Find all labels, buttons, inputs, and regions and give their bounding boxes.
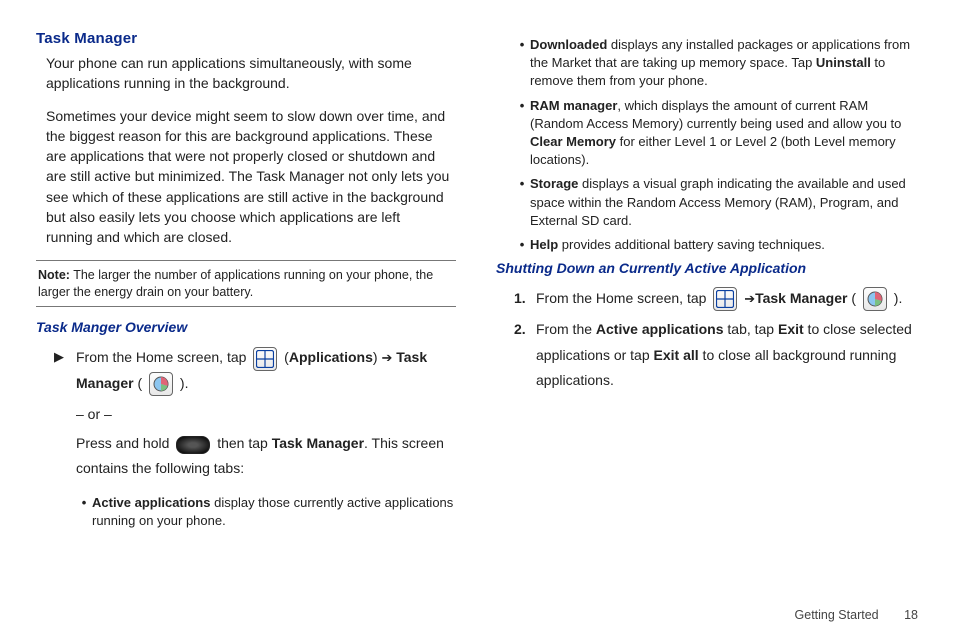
footer-page-number: 18 bbox=[904, 608, 918, 622]
step-lead-text: From the Home screen, tap bbox=[76, 349, 250, 365]
downloaded-label: Downloaded bbox=[530, 37, 607, 52]
left-column: Task Manager Your phone can run applicat… bbox=[36, 30, 456, 536]
then-tap-text: then tap bbox=[217, 435, 272, 451]
press-hold-text: Press and hold then tap Task Manager. Th… bbox=[76, 431, 456, 481]
task-manager-pie-icon bbox=[863, 287, 887, 311]
step2-exit-all: Exit all bbox=[654, 347, 699, 363]
step-number-2: 2. bbox=[514, 317, 536, 342]
bullet-help: • Help provides additional battery savin… bbox=[514, 236, 916, 254]
note-body: The larger the number of applications ru… bbox=[38, 268, 433, 299]
bullet-dot-icon: • bbox=[76, 494, 92, 512]
bullet-dot-icon: • bbox=[514, 236, 530, 254]
home-button-icon bbox=[176, 436, 210, 454]
press-hold-lead: Press and hold bbox=[76, 435, 173, 451]
page-body: Task Manager Your phone can run applicat… bbox=[0, 0, 954, 536]
arrow-icon: ➔ bbox=[381, 350, 392, 365]
heading-overview: Task Manger Overview bbox=[36, 319, 456, 335]
bullet-dot-icon: • bbox=[514, 97, 530, 115]
bullet-active-applications: • Active applications display those curr… bbox=[76, 494, 456, 530]
bullet-dot-icon: • bbox=[514, 175, 530, 193]
applications-grid-icon bbox=[713, 287, 737, 311]
step2-active-apps: Active applications bbox=[596, 321, 724, 337]
bullet-dot-icon: • bbox=[514, 36, 530, 54]
overview-step: ▶ From the Home screen, tap (Application… bbox=[54, 345, 456, 396]
applications-label: Applications bbox=[289, 349, 373, 365]
right-column: • Downloaded displays any installed pack… bbox=[496, 30, 916, 536]
help-desc: provides additional battery saving techn… bbox=[558, 237, 825, 252]
bullet-ram-manager: • RAM manager, which displays the amount… bbox=[514, 97, 916, 170]
arrow-icon: ➔ bbox=[744, 291, 755, 306]
triangle-bullet-icon: ▶ bbox=[54, 345, 76, 368]
step2-text-a: From the bbox=[536, 321, 596, 337]
ram-manager-label: RAM manager bbox=[530, 98, 617, 113]
heading-shutting-down: Shutting Down an Currently Active Applic… bbox=[496, 260, 916, 276]
help-label: Help bbox=[530, 237, 558, 252]
step2-exit: Exit bbox=[778, 321, 804, 337]
note-label: Note: bbox=[38, 268, 70, 282]
step-1: 1. From the Home screen, tap ➔Task Manag… bbox=[514, 286, 916, 311]
page-footer: Getting Started 18 bbox=[795, 608, 918, 622]
uninstall-label: Uninstall bbox=[816, 55, 871, 70]
storage-label: Storage bbox=[530, 176, 578, 191]
applications-grid-icon bbox=[253, 347, 277, 371]
bullet-downloaded: • Downloaded displays any installed pack… bbox=[514, 36, 916, 91]
intro-para-2: Sometimes your device might seem to slow… bbox=[46, 106, 450, 248]
or-text: – or – bbox=[76, 402, 456, 427]
task-manager-pie-icon bbox=[149, 372, 173, 396]
step1-tm-label: Task Manager bbox=[755, 290, 847, 306]
clear-memory-label: Clear Memory bbox=[530, 134, 616, 149]
overview-step-body: From the Home screen, tap (Applications)… bbox=[76, 345, 456, 396]
heading-task-manager: Task Manager bbox=[36, 30, 456, 47]
storage-desc: displays a visual graph indicating the a… bbox=[530, 176, 906, 227]
intro-para-1: Your phone can run applications simultan… bbox=[46, 53, 450, 94]
bullet-storage: • Storage displays a visual graph indica… bbox=[514, 175, 916, 230]
footer-section: Getting Started bbox=[795, 608, 879, 622]
task-manager-bold: Task Manager bbox=[272, 435, 364, 451]
note-box: Note: The larger the number of applicati… bbox=[36, 260, 456, 308]
step1-lead: From the Home screen, tap bbox=[536, 290, 710, 306]
step2-text-c: tab, tap bbox=[724, 321, 778, 337]
active-applications-label: Active applications bbox=[92, 495, 210, 510]
step-number-1: 1. bbox=[514, 286, 536, 311]
step-2: 2. From the Active applications tab, tap… bbox=[514, 317, 916, 393]
